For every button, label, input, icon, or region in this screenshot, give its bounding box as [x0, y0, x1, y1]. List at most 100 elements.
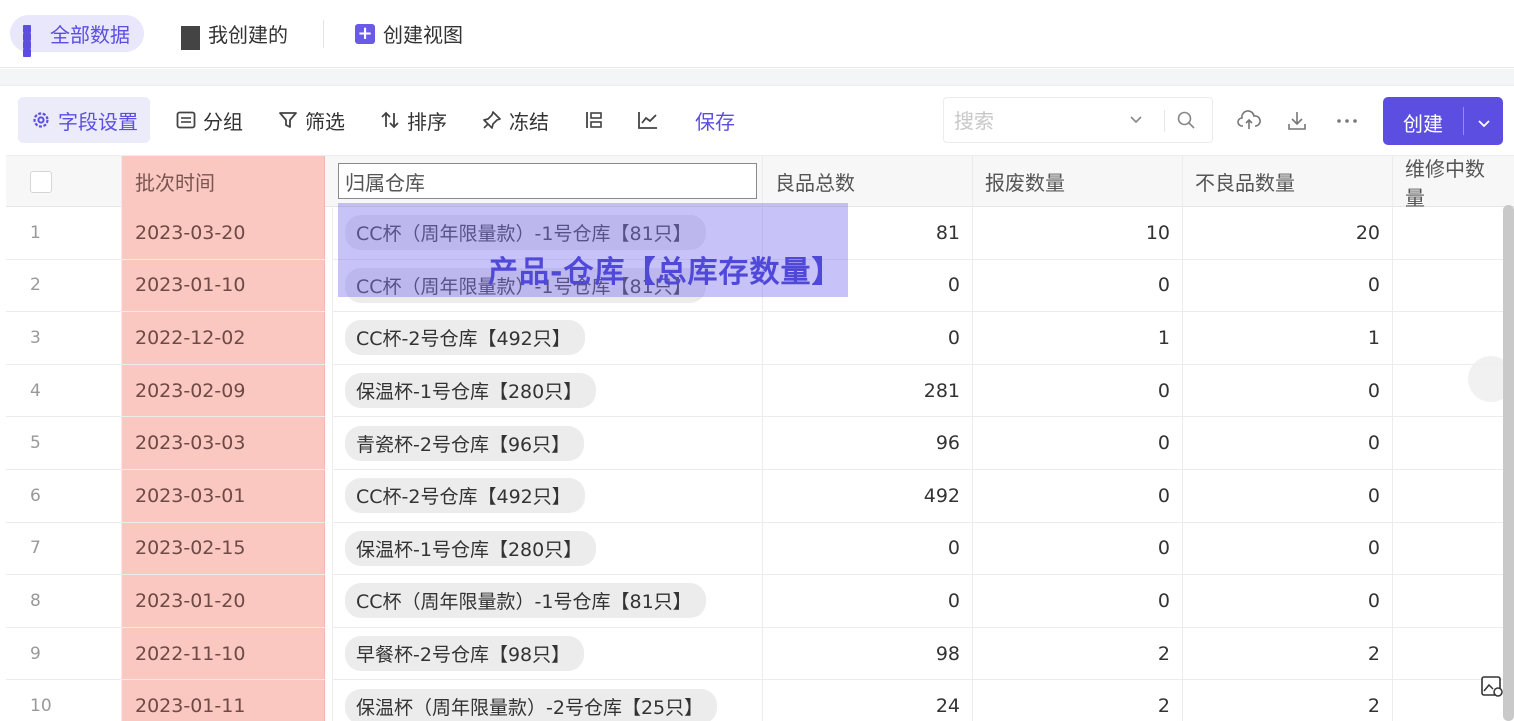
- good-total-cell[interactable]: 281: [763, 364, 973, 417]
- scrap-qty-cell[interactable]: 1: [973, 312, 1183, 364]
- defect-qty-cell[interactable]: 0: [1183, 470, 1393, 522]
- warehouse-cell[interactable]: CC杯-2号仓库【492只】: [333, 312, 763, 364]
- table-row[interactable]: 4 2023-02-09 保温杯-1号仓库【280只】 281 0 0: [6, 364, 1514, 418]
- freeze-button[interactable]: 冻结: [481, 97, 549, 143]
- scrap-qty-cell[interactable]: 0: [973, 364, 1183, 417]
- good-total-cell[interactable]: 0: [763, 522, 973, 575]
- vertical-scrollbar[interactable]: [1503, 205, 1514, 721]
- repair-qty-cell[interactable]: [1393, 470, 1514, 522]
- create-label: 创建: [1403, 112, 1443, 136]
- create-view-button[interactable]: + 创建视图: [355, 15, 463, 52]
- batch-time-cell[interactable]: 2022-11-10: [122, 627, 325, 680]
- defect-qty-cell[interactable]: 0: [1183, 417, 1393, 469]
- defect-qty-cell[interactable]: 1: [1183, 312, 1393, 364]
- table-row[interactable]: 5 2023-03-03 青瓷杯-2号仓库【96只】 96 0 0: [6, 417, 1514, 470]
- good-total-cell[interactable]: 492: [763, 470, 973, 522]
- row-number: 5: [6, 417, 122, 469]
- search-input[interactable]: [954, 106, 1124, 136]
- divider: [323, 20, 324, 48]
- group-button[interactable]: 分组: [175, 97, 243, 143]
- good-total-cell[interactable]: 0: [763, 312, 973, 364]
- chevron-down-icon[interactable]: [1128, 112, 1144, 132]
- batch-time-cell[interactable]: 2023-02-09: [122, 364, 325, 417]
- table-row[interactable]: 6 2023-03-01 CC杯-2号仓库【492只】 492 0 0: [6, 470, 1514, 523]
- search-icon[interactable]: [1176, 110, 1196, 134]
- image-edit-icon[interactable]: [1480, 674, 1506, 700]
- repair-qty-cell[interactable]: [1393, 260, 1514, 312]
- scrap-qty-cell[interactable]: 2: [973, 680, 1183, 721]
- batch-time-cell[interactable]: 2023-01-10: [122, 259, 325, 312]
- warehouse-cell[interactable]: CC杯（周年限量款）-1号仓库【81只】: [333, 575, 763, 627]
- repair-qty-cell[interactable]: [1393, 523, 1514, 575]
- tab-all-data[interactable]: 全部数据: [10, 15, 144, 57]
- row-height-button[interactable]: [583, 97, 611, 143]
- good-total-cell[interactable]: 98: [763, 627, 973, 680]
- chevron-down-icon[interactable]: [1476, 113, 1492, 137]
- defect-qty-cell[interactable]: 0: [1183, 259, 1393, 312]
- scrap-qty-cell[interactable]: 10: [973, 207, 1183, 259]
- batch-time-cell[interactable]: 2023-01-20: [122, 575, 325, 627]
- plus-icon: +: [355, 23, 375, 44]
- table-row[interactable]: 10 2023-01-11 保温杯（周年限量款）-2号仓库【25只】 24 2 2: [6, 680, 1514, 721]
- table-row[interactable]: 9 2022-11-10 早餐杯-2号仓库【98只】 98 2 2: [6, 627, 1514, 681]
- chart-button[interactable]: [637, 97, 665, 143]
- batch-time-cell[interactable]: 2023-03-03: [122, 417, 325, 469]
- filter-button[interactable]: 筛选: [277, 97, 345, 143]
- download-icon[interactable]: [1284, 108, 1310, 134]
- upload-icon[interactable]: [1236, 108, 1262, 134]
- search-box[interactable]: [943, 97, 1213, 143]
- column-header-batch-time[interactable]: 批次时间: [122, 156, 325, 207]
- column-header-good-total[interactable]: 良品总数: [763, 156, 973, 207]
- column-header-defect-qty[interactable]: 不良品数量: [1183, 156, 1393, 207]
- defect-qty-cell[interactable]: 20: [1183, 207, 1393, 259]
- repair-qty-cell[interactable]: [1393, 575, 1514, 627]
- defect-qty-cell[interactable]: 0: [1183, 364, 1393, 417]
- good-total-cell[interactable]: 24: [763, 680, 973, 721]
- warehouse-cell[interactable]: 保温杯-1号仓库【280只】: [333, 522, 763, 575]
- batch-time-cell[interactable]: 2023-03-20: [122, 207, 325, 259]
- column-header-warehouse[interactable]: 归属仓库: [333, 156, 763, 207]
- create-button[interactable]: 创建: [1383, 97, 1503, 145]
- warehouse-cell[interactable]: 早餐杯-2号仓库【98只】: [333, 627, 763, 680]
- tab-all-data-label: 全部数据: [50, 23, 130, 47]
- select-all-checkbox[interactable]: [30, 170, 52, 193]
- batch-time-cell[interactable]: 2023-03-01: [122, 470, 325, 522]
- defect-qty-cell[interactable]: 0: [1183, 522, 1393, 575]
- scrap-qty-cell[interactable]: 0: [973, 522, 1183, 575]
- scrap-qty-cell[interactable]: 0: [973, 575, 1183, 627]
- tab-my-created[interactable]: 我创建的: [180, 15, 288, 52]
- scrap-qty-cell[interactable]: 0: [973, 470, 1183, 522]
- column-header-repair-qty[interactable]: 维修中数量: [1393, 156, 1514, 210]
- more-icon[interactable]: [1334, 108, 1360, 134]
- sort-button[interactable]: 排序: [379, 97, 447, 143]
- row-number: 1: [6, 207, 122, 259]
- repair-qty-cell[interactable]: [1393, 207, 1514, 259]
- row-number: 2: [6, 259, 122, 312]
- table-row[interactable]: 7 2023-02-15 保温杯-1号仓库【280只】 0 0 0: [6, 522, 1514, 576]
- field-settings-button[interactable]: 字段设置: [18, 97, 150, 143]
- batch-time-cell[interactable]: 2022-12-02: [122, 312, 325, 364]
- save-button[interactable]: 保存: [695, 97, 735, 143]
- warehouse-cell[interactable]: CC杯-2号仓库【492只】: [333, 470, 763, 522]
- warehouse-cell[interactable]: 保温杯-1号仓库【280只】: [333, 364, 763, 417]
- table-row[interactable]: 8 2023-01-20 CC杯（周年限量款）-1号仓库【81只】 0 0 0: [6, 575, 1514, 628]
- warehouse-cell[interactable]: 青瓷杯-2号仓库【96只】: [333, 417, 763, 469]
- batch-time-cell[interactable]: 2023-02-15: [122, 522, 325, 575]
- table-row[interactable]: 3 2022-12-02 CC杯-2号仓库【492只】 0 1 1: [6, 312, 1514, 365]
- tab-my-created-label: 我创建的: [208, 23, 288, 47]
- scrap-qty-cell[interactable]: 2: [973, 627, 1183, 680]
- column-header-scrap-qty[interactable]: 报废数量: [973, 156, 1183, 207]
- warehouse-cell[interactable]: 保温杯（周年限量款）-2号仓库【25只】: [333, 680, 763, 721]
- defect-qty-cell[interactable]: 2: [1183, 627, 1393, 680]
- scrap-qty-cell[interactable]: 0: [973, 259, 1183, 312]
- batch-time-cell[interactable]: 2023-01-11: [122, 680, 325, 721]
- repair-qty-cell[interactable]: [1393, 417, 1514, 469]
- defect-qty-cell[interactable]: 0: [1183, 575, 1393, 627]
- create-view-label: 创建视图: [383, 23, 463, 47]
- defect-qty-cell[interactable]: 2: [1183, 680, 1393, 721]
- scrap-qty-cell[interactable]: 0: [973, 417, 1183, 469]
- repair-qty-cell[interactable]: [1393, 628, 1514, 680]
- good-total-cell[interactable]: 0: [763, 575, 973, 627]
- select-all-header: [6, 156, 122, 207]
- good-total-cell[interactable]: 96: [763, 417, 973, 469]
